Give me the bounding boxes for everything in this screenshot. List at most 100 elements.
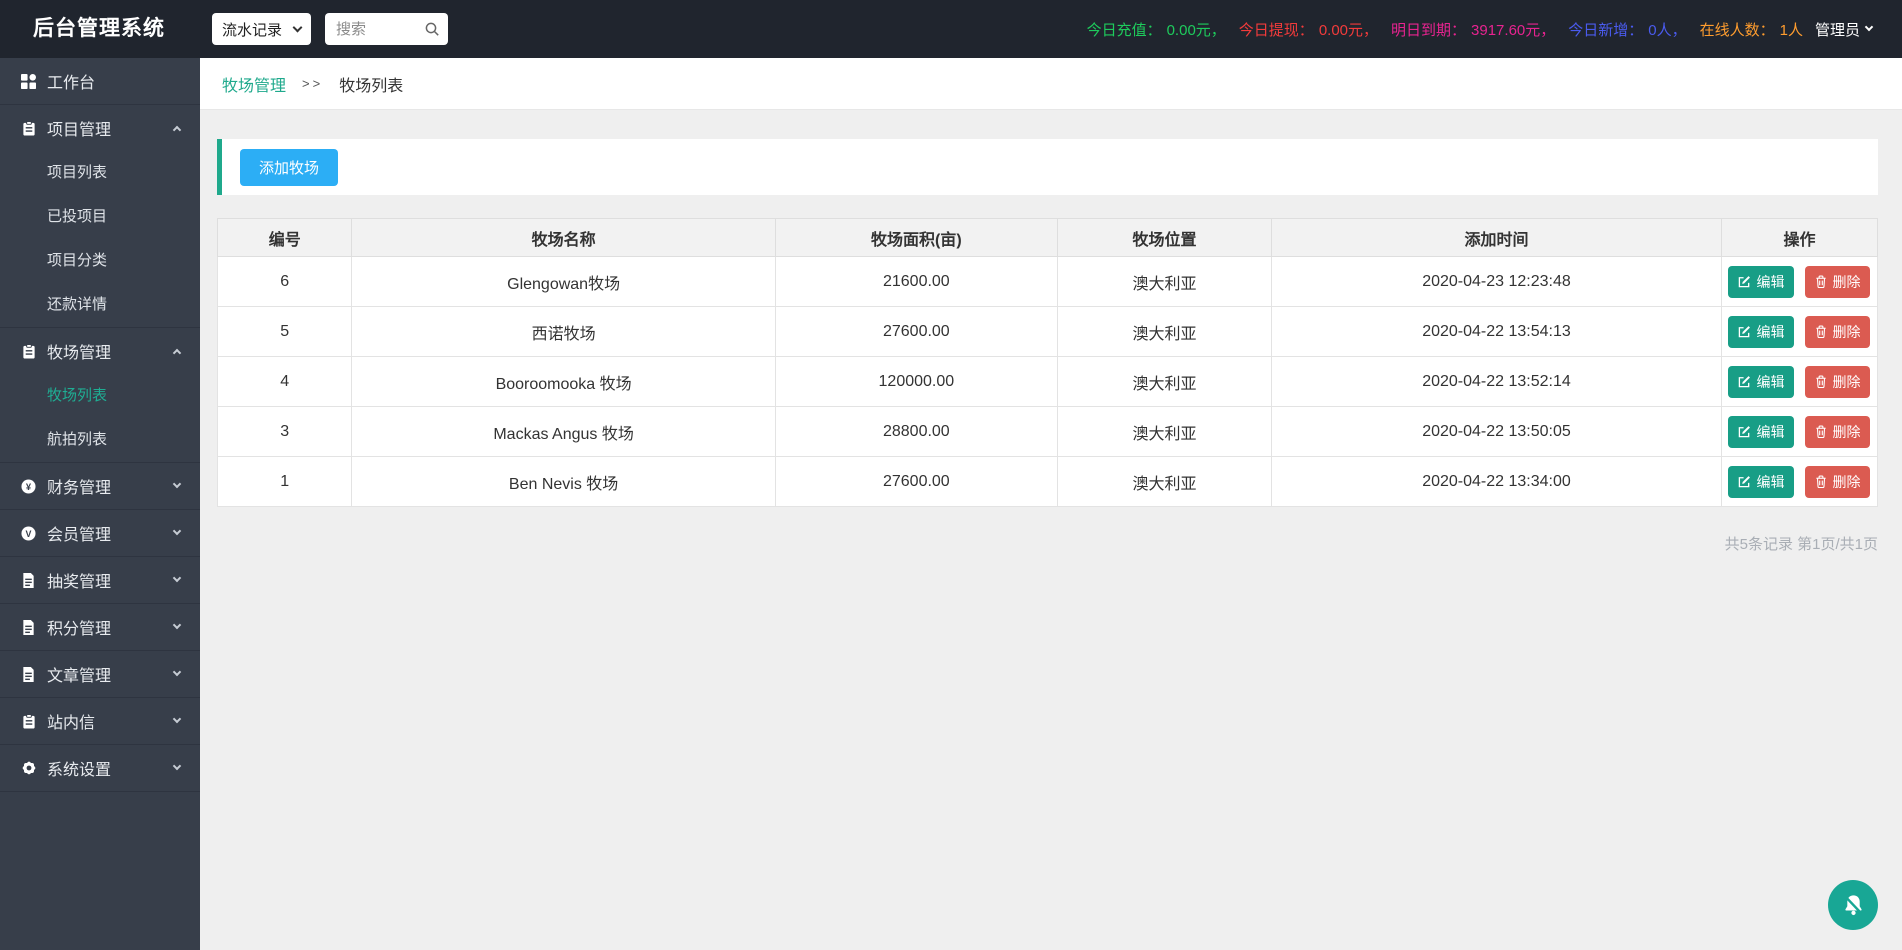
cell-area: 27600.00 (775, 457, 1057, 507)
edit-icon (1738, 325, 1751, 338)
trash-icon (1815, 425, 1827, 438)
member-circle-icon: V (20, 526, 37, 541)
svg-text:V: V (26, 528, 32, 538)
cell-area: 120000.00 (775, 357, 1057, 407)
delete-button[interactable]: 删除 (1805, 466, 1870, 498)
topbar-stats: 今日充值：0.00元， 今日提现：0.00元， 明日到期：3917.60元， 今… (1074, 0, 1872, 58)
sidebar-item-site-mail[interactable]: 站内信 (0, 698, 200, 744)
cell-id: 5 (218, 307, 352, 357)
sidebar-item-project-list[interactable]: 项目列表 (0, 151, 200, 195)
notification-fab[interactable] (1828, 880, 1878, 930)
sidebar-item-pasture-management[interactable]: 牧场管理 (0, 328, 200, 374)
main-content: 牧场管理 >> 牧场列表 添加牧场 编号 牧场名称 牧场面积(亩) 牧场位置 添… (200, 58, 1902, 950)
cell-id: 3 (218, 407, 352, 457)
search-icon (424, 21, 440, 37)
table-row: 4 Booroomooka 牧场 120000.00 澳大利亚 2020-04-… (218, 357, 1878, 407)
sidebar-item-article-management[interactable]: 文章管理 (0, 651, 200, 697)
sidebar-item-label: 系统设置 (47, 756, 111, 780)
sidebar-item-member-management[interactable]: V 会员管理 (0, 510, 200, 556)
delete-button[interactable]: 删除 (1805, 316, 1870, 348)
breadcrumb-parent-link[interactable]: 牧场管理 (222, 72, 286, 96)
edit-button[interactable]: 编辑 (1728, 316, 1794, 348)
stat-new-users: 今日新增：0人， (1568, 19, 1686, 40)
edit-icon (1738, 475, 1751, 488)
chevron-down-icon (1865, 23, 1873, 31)
cell-area: 27600.00 (775, 307, 1057, 357)
pasture-table-container: 编号 牧场名称 牧场面积(亩) 牧场位置 添加时间 操作 6 Glengowan… (217, 218, 1878, 507)
trash-icon (1815, 475, 1827, 488)
chevron-down-icon (293, 22, 303, 32)
sidebar-item-project-management[interactable]: 项目管理 (0, 105, 200, 151)
header-cell-area: 牧场面积(亩) (775, 219, 1057, 257)
sidebar-item-label: 财务管理 (47, 474, 111, 498)
chevron-up-icon (173, 349, 181, 357)
chevron-down-icon (173, 574, 181, 582)
cell-location: 澳大利亚 (1057, 357, 1271, 407)
sidebar-item-invested-projects[interactable]: 已投项目 (0, 195, 200, 239)
edit-button[interactable]: 编辑 (1728, 366, 1794, 398)
delete-button[interactable]: 删除 (1805, 266, 1870, 298)
edit-button[interactable]: 编辑 (1728, 416, 1794, 448)
chevron-down-icon (173, 668, 181, 676)
delete-button[interactable]: 删除 (1805, 366, 1870, 398)
sidebar-item-repayment-detail[interactable]: 还款详情 (0, 283, 200, 327)
sidebar-item-label: 会员管理 (47, 521, 111, 545)
edit-icon (1738, 375, 1751, 388)
sidebar-item-label: 牧场管理 (47, 339, 111, 363)
edit-icon (1738, 425, 1751, 438)
cell-time: 2020-04-22 13:50:05 (1272, 407, 1722, 457)
stat-due-tomorrow: 明日到期：3917.60元， (1391, 19, 1555, 40)
cell-name: Booroomooka 牧场 (352, 357, 775, 407)
chevron-down-icon (173, 621, 181, 629)
delete-button[interactable]: 删除 (1805, 416, 1870, 448)
edit-button[interactable]: 编辑 (1728, 466, 1794, 498)
module-select-value: 流水记录 (222, 19, 282, 40)
table-row: 1 Ben Nevis 牧场 27600.00 澳大利亚 2020-04-22 … (218, 457, 1878, 507)
search-box (325, 13, 448, 45)
sidebar-item-workbench[interactable]: 工作台 (0, 58, 200, 104)
cell-area: 21600.00 (775, 257, 1057, 307)
chevron-down-icon (173, 715, 181, 723)
edit-button[interactable]: 编辑 (1728, 266, 1794, 298)
dashboard-icon (20, 74, 37, 89)
cell-id: 4 (218, 357, 352, 407)
sidebar-item-label: 抽奖管理 (47, 568, 111, 592)
trash-icon (1815, 375, 1827, 388)
svg-text:¥: ¥ (26, 482, 32, 492)
edit-icon (1738, 275, 1751, 288)
cell-time: 2020-04-23 12:23:48 (1272, 257, 1722, 307)
header-cell-name: 牧场名称 (352, 219, 775, 257)
add-pasture-button[interactable]: 添加牧场 (240, 149, 338, 186)
cell-location: 澳大利亚 (1057, 257, 1271, 307)
sidebar-item-points-management[interactable]: 积分管理 (0, 604, 200, 650)
trash-icon (1815, 325, 1827, 338)
sidebar-item-project-category[interactable]: 项目分类 (0, 239, 200, 283)
sidebar-item-lottery-management[interactable]: 抽奖管理 (0, 557, 200, 603)
cell-name: Glengowan牧场 (352, 257, 775, 307)
clipboard-icon (20, 344, 37, 359)
topbar: 后台管理系统 流水记录 今日充值：0.00元， 今日提现：0.00元， 明日到期… (0, 0, 1902, 58)
record-summary: 共5条记录 第1页/共1页 (200, 533, 1878, 554)
document-icon (20, 620, 37, 635)
sidebar-item-system-settings[interactable]: 系统设置 (0, 745, 200, 791)
sidebar-item-label: 工作台 (47, 69, 95, 93)
cell-id: 6 (218, 257, 352, 307)
module-select[interactable]: 流水记录 (212, 13, 311, 45)
cell-time: 2020-04-22 13:52:14 (1272, 357, 1722, 407)
cell-location: 澳大利亚 (1057, 407, 1271, 457)
admin-menu[interactable]: 管理员 (1815, 19, 1872, 40)
cell-name: Mackas Angus 牧场 (352, 407, 775, 457)
stat-online-users: 在线人数：1人 (1700, 19, 1803, 40)
header-cell-location: 牧场位置 (1057, 219, 1271, 257)
cell-area: 28800.00 (775, 407, 1057, 457)
table-row: 5 西诺牧场 27600.00 澳大利亚 2020-04-22 13:54:13… (218, 307, 1878, 357)
sidebar-item-finance-management[interactable]: ¥ 财务管理 (0, 463, 200, 509)
bell-off-icon (1840, 892, 1867, 919)
header-cell-actions: 操作 (1721, 219, 1877, 257)
sidebar-item-aerial-list[interactable]: 航拍列表 (0, 418, 200, 462)
sidebar-item-pasture-list[interactable]: 牧场列表 (0, 374, 200, 418)
document-icon (20, 573, 37, 588)
chevron-up-icon (173, 126, 181, 134)
chevron-down-icon (173, 527, 181, 535)
chevron-down-icon (173, 762, 181, 770)
